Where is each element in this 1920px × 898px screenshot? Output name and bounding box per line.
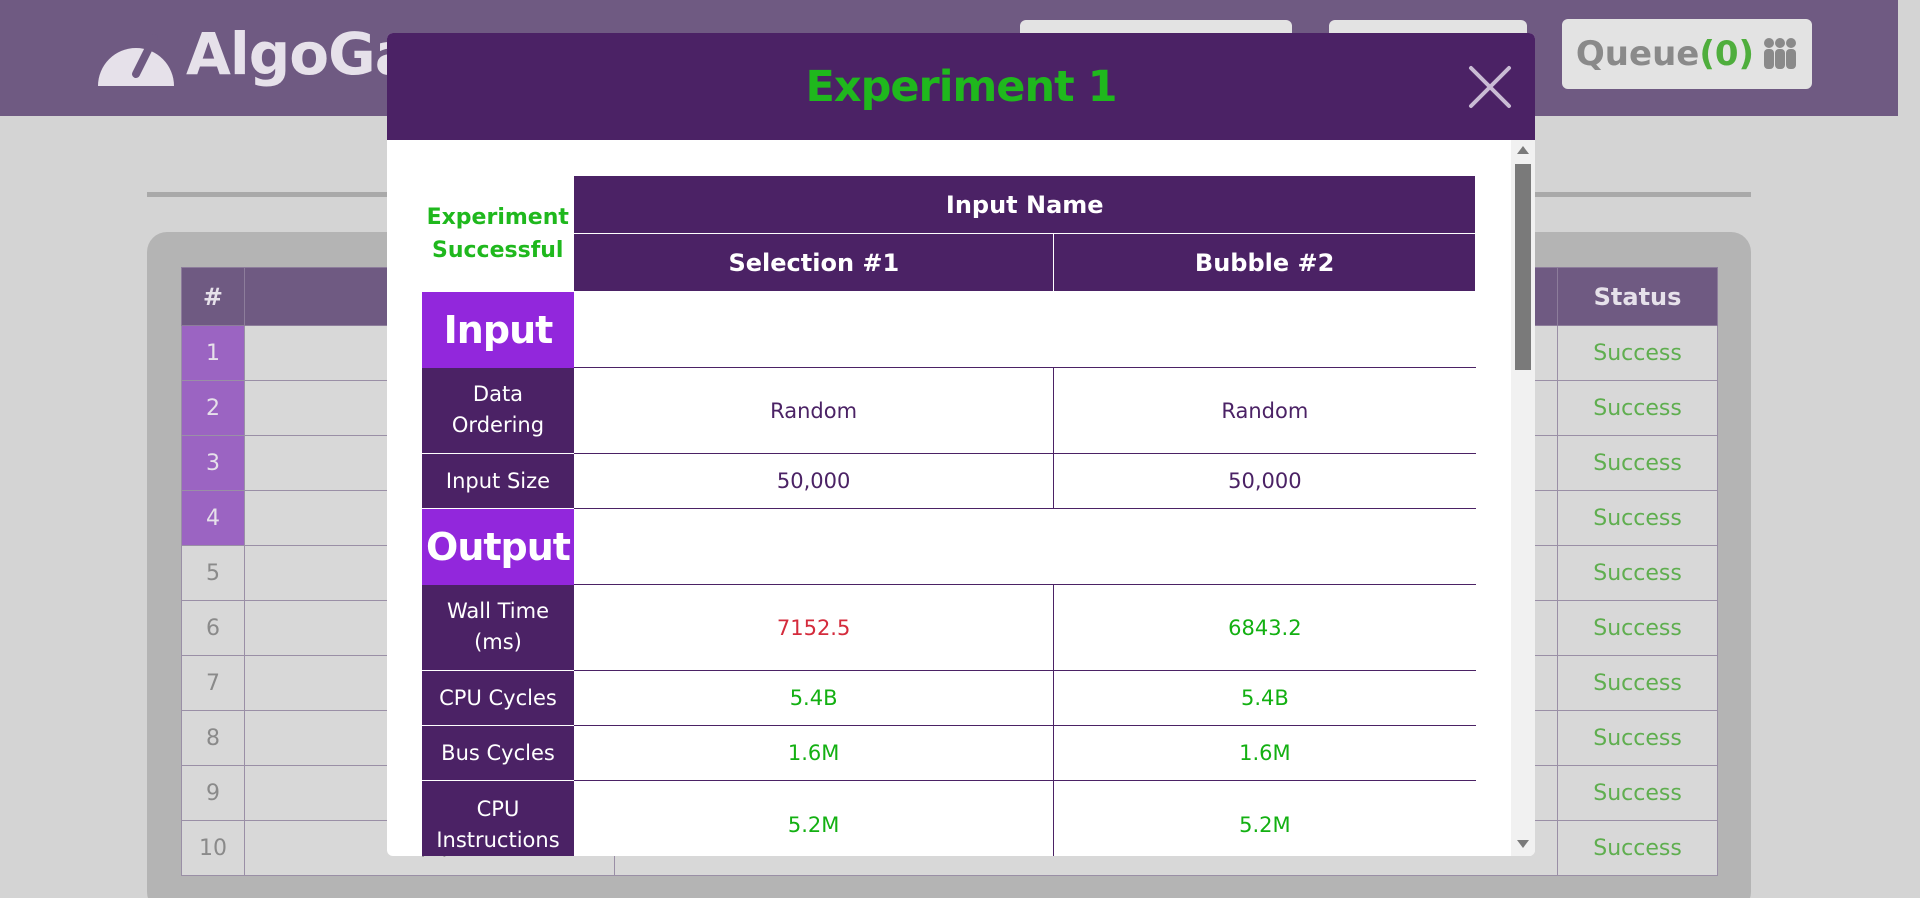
row-index: 7	[181, 655, 245, 711]
modal-body: Experiment Successful Input Name Selecti…	[387, 140, 1535, 856]
experiment-status: Experiment Successful	[422, 175, 574, 292]
row-label-line: Ordering	[451, 413, 545, 438]
row-status: Success	[1557, 600, 1718, 656]
row-status: Success	[1557, 380, 1718, 436]
column-header-index: #	[181, 267, 245, 326]
row-label-input-size: Input Size	[422, 453, 574, 509]
queue-label: Queue	[1575, 34, 1700, 74]
modal-title: Experiment 1	[805, 61, 1117, 112]
row-index: 2	[181, 380, 245, 436]
row-index: 10	[181, 820, 245, 876]
value-input-size-2: 50,000	[1053, 453, 1476, 509]
algorithm-header-1: Selection #1	[573, 233, 1055, 292]
close-icon[interactable]	[1467, 64, 1513, 110]
experiment-modal: Experiment 1 Experiment Successful Input…	[387, 33, 1535, 856]
row-status: Success	[1557, 820, 1718, 876]
row-index: 5	[181, 545, 245, 601]
value-data-ordering-2: Random	[1053, 367, 1476, 454]
column-header-status: Status	[1557, 267, 1718, 326]
results-table: Experiment Successful Input Name Selecti…	[422, 175, 1476, 856]
row-index: 1	[181, 325, 245, 381]
row-status: Success	[1557, 490, 1718, 546]
section-input-fill	[573, 291, 1476, 368]
status-line-2: Successful	[432, 237, 564, 263]
row-status: Success	[1557, 325, 1718, 381]
scrollbar-thumb[interactable]	[1515, 164, 1531, 370]
value-cpu-cycles-1: 5.4B	[573, 670, 1054, 726]
row-label-line: Data	[472, 382, 524, 407]
row-status: Success	[1557, 710, 1718, 766]
input-name-header: Input Name	[573, 175, 1476, 234]
value-wall-time-1: 7152.5	[573, 584, 1054, 671]
modal-header: Experiment 1	[387, 33, 1535, 140]
row-label-line: (ms)	[474, 630, 522, 655]
row-label-line: CPU	[476, 796, 520, 821]
row-index: 3	[181, 435, 245, 491]
value-data-ordering-1: Random	[573, 367, 1054, 454]
scroll-up-arrow-icon[interactable]	[1517, 146, 1529, 154]
value-input-size-1: 50,000	[573, 453, 1054, 509]
app-logo[interactable]: AlgoGa	[94, 20, 414, 88]
value-cpu-instructions-2: 5.2M	[1053, 780, 1476, 856]
scroll-down-arrow-icon[interactable]	[1517, 840, 1529, 848]
value-bus-cycles-1: 1.6M	[573, 725, 1054, 781]
queue-button[interactable]: Queue (0)	[1562, 19, 1812, 89]
value-wall-time-2: 6843.2	[1053, 584, 1476, 671]
section-output-label: Output	[422, 508, 574, 585]
row-label-bus-cycles: Bus Cycles	[422, 725, 574, 781]
row-label-line: Instructions	[436, 827, 560, 852]
row-label-cpu-instructions: CPU Instructions	[422, 780, 574, 856]
algorithm-header-2: Bubble #2	[1053, 233, 1476, 292]
row-index: 4	[181, 490, 245, 546]
row-label-cpu-cycles: CPU Cycles	[422, 670, 574, 726]
value-cpu-cycles-2: 5.4B	[1053, 670, 1476, 726]
speedometer-icon	[94, 20, 178, 88]
section-output-fill	[573, 508, 1476, 585]
people-queue-icon	[1762, 37, 1798, 71]
row-status: Success	[1557, 435, 1718, 491]
queue-count: (0)	[1699, 34, 1755, 74]
row-index: 9	[181, 765, 245, 821]
row-index: 6	[181, 600, 245, 656]
row-status: Success	[1557, 655, 1718, 711]
row-label-data-ordering: Data Ordering	[422, 367, 574, 454]
row-label-wall-time: Wall Time (ms)	[422, 584, 574, 671]
section-input-label: Input	[422, 291, 574, 368]
row-label-line: Wall Time	[446, 599, 549, 624]
row-index: 8	[181, 710, 245, 766]
status-line-1: Experiment	[426, 204, 569, 230]
app-name: AlgoGa	[186, 20, 414, 88]
row-status: Success	[1557, 765, 1718, 821]
row-status: Success	[1557, 545, 1718, 601]
modal-scrollbar[interactable]	[1511, 140, 1535, 856]
value-bus-cycles-2: 1.6M	[1053, 725, 1476, 781]
value-cpu-instructions-1: 5.2M	[573, 780, 1054, 856]
